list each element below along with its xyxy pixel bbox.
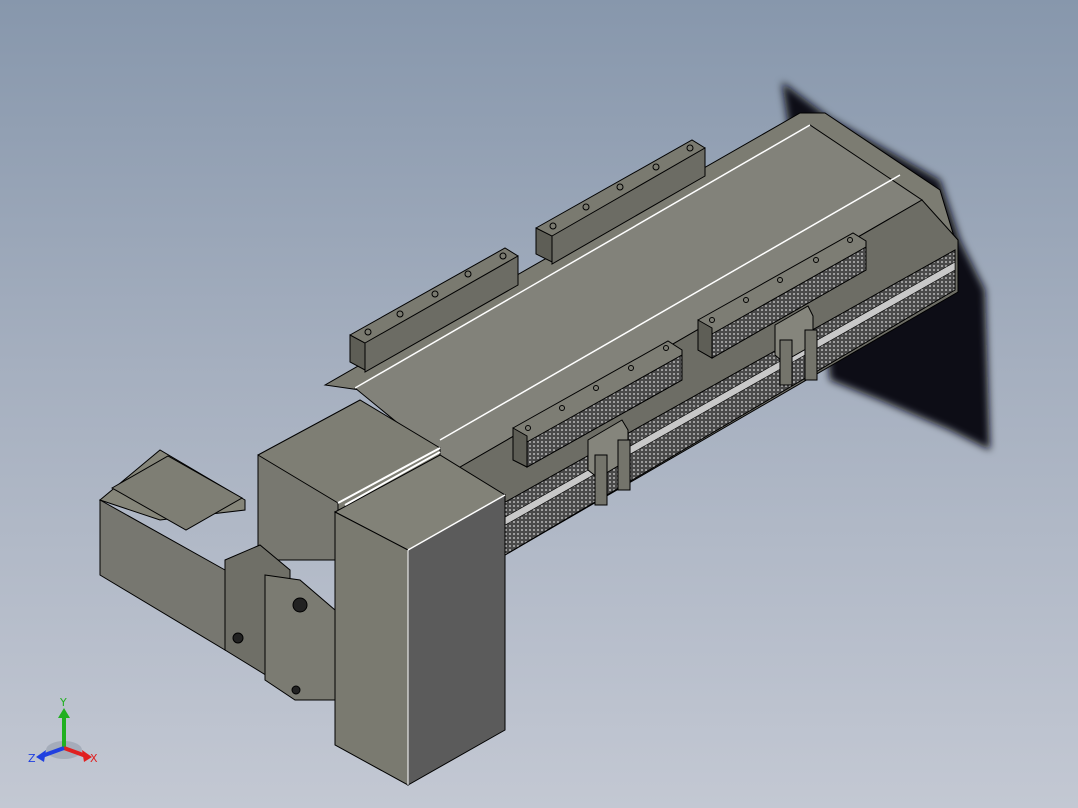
triad-z-arrow: [36, 750, 46, 762]
coupling-cover-box[interactable]: [333, 451, 506, 786]
triad-y-label: Y: [59, 696, 67, 709]
orientation-triad[interactable]: Y X Z: [28, 664, 104, 772]
triad-y-arrow: [58, 708, 70, 718]
triad-x-label: X: [90, 752, 98, 765]
triad-z-label: Z: [28, 752, 36, 765]
linear-actuator-model[interactable]: [0, 0, 1078, 808]
cad-graphics-viewport[interactable]: Y X Z: [0, 0, 1078, 808]
